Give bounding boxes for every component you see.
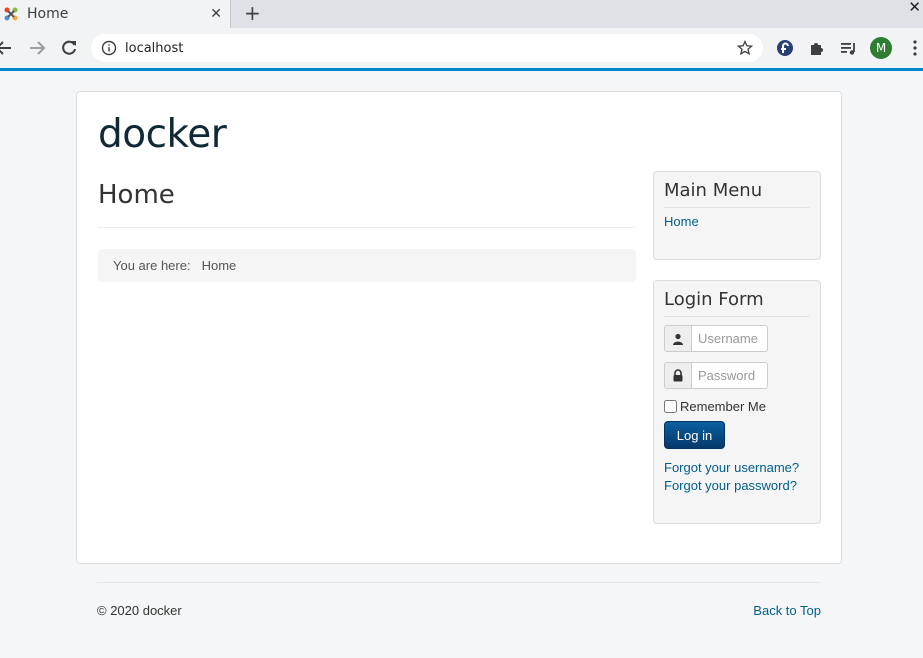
menu-item-home[interactable]: Home: [654, 208, 820, 229]
window-close-icon[interactable]: ✕: [908, 0, 921, 16]
user-icon: [664, 325, 692, 352]
tab-title: Home: [27, 6, 69, 22]
forgot-username-link[interactable]: Forgot your username?: [664, 460, 799, 475]
fedora-extension-icon[interactable]: [775, 38, 795, 58]
tab-strip: Home ✕ + ✕: [0, 0, 923, 28]
module-divider: [664, 316, 810, 317]
tab-close-icon[interactable]: ✕: [210, 6, 222, 22]
back-arrow-icon[interactable]: [0, 38, 14, 58]
forward-arrow-icon[interactable]: [27, 38, 47, 58]
breadcrumb-item: Home: [201, 258, 237, 273]
extensions-puzzle-icon[interactable]: [807, 38, 827, 58]
lock-icon: [664, 362, 692, 389]
browser-tab[interactable]: Home ✕: [0, 0, 231, 28]
login-form-module: Login Form Remember Me: [653, 280, 821, 524]
remember-me-checkbox[interactable]: [664, 400, 677, 413]
profile-avatar[interactable]: M: [870, 37, 892, 59]
footer-divider: [97, 582, 821, 583]
media-queue-icon[interactable]: [839, 38, 859, 58]
url-text[interactable]: localhost: [125, 41, 737, 56]
remember-me-label: Remember Me: [680, 399, 766, 414]
footer-copyright: © 2020 docker: [97, 603, 182, 618]
new-tab-icon[interactable]: +: [244, 2, 261, 24]
heading-divider: [98, 227, 636, 228]
info-icon[interactable]: [101, 40, 117, 56]
username-row: [664, 325, 768, 352]
remember-me[interactable]: Remember Me: [664, 399, 766, 414]
site-title[interactable]: docker: [98, 112, 227, 157]
address-bar[interactable]: localhost: [91, 34, 763, 62]
back-to-top-link[interactable]: Back to Top: [753, 603, 821, 618]
reload-icon[interactable]: [59, 38, 79, 58]
breadcrumb: You are here: Home: [98, 249, 636, 282]
template-accent-bar: [0, 68, 923, 71]
breadcrumb-label: You are here:: [113, 258, 191, 273]
joomla-favicon-icon: [4, 7, 18, 21]
content-card: docker Home You are here: Home Main Menu…: [76, 91, 842, 564]
main-menu-module: Main Menu Home: [653, 171, 821, 260]
user-glyph-icon: [673, 333, 683, 345]
login-button[interactable]: Log in: [664, 421, 725, 449]
page-title: Home: [98, 180, 175, 210]
main-menu-title: Main Menu: [664, 180, 763, 201]
password-input[interactable]: [692, 362, 768, 389]
username-input[interactable]: [692, 325, 768, 352]
forgot-password-link[interactable]: Forgot your password?: [664, 478, 797, 493]
browser-toolbar: localhost M: [0, 28, 923, 68]
password-row: [664, 362, 768, 389]
browser-menu-icon[interactable]: [910, 38, 920, 58]
lock-glyph-icon: [673, 369, 683, 382]
login-form-title: Login Form: [664, 289, 764, 310]
bookmark-star-icon[interactable]: [737, 40, 753, 56]
